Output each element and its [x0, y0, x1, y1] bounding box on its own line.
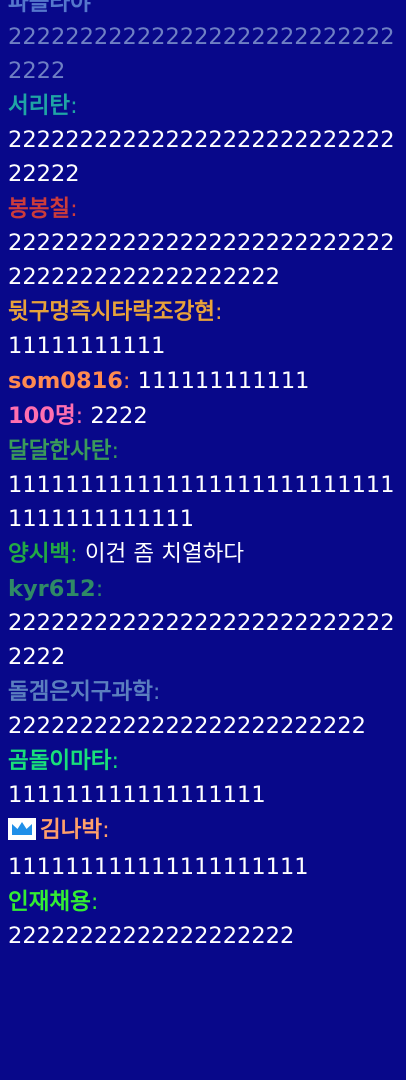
chat-message: 양시백: 이건 좀 치열하다: [8, 537, 398, 571]
chat-message: 봉봉칠: 22222222222222222222222222222222222…: [8, 192, 398, 294]
chat-username[interactable]: 봉봉칠: [8, 196, 70, 222]
chat-username[interactable]: 파블라야: [8, 0, 91, 16]
chat-text: 2222: [90, 403, 148, 429]
chat-username[interactable]: 인재채용: [8, 889, 91, 915]
chat-message: 김나박: 111111111111111111111: [8, 813, 398, 884]
chat-message: 돌겜은지구과학: 2222222222222222222222222: [8, 675, 398, 743]
chat-text: 1111111111111111111111111111111111111111: [8, 472, 395, 532]
chat-message: kyr612: 2222222222222222222222222222222: [8, 572, 398, 674]
chat-colon: :: [102, 817, 110, 843]
chat-text: 2222222222222222222222222222222: [8, 610, 395, 670]
chat-colon: :: [152, 679, 161, 705]
chat-text: 111111111111: [137, 368, 310, 394]
chat-message: 달달한사탄: 111111111111111111111111111111111…: [8, 434, 398, 536]
chat-username[interactable]: 100명: [8, 403, 76, 429]
chat-username[interactable]: kyr612: [8, 576, 96, 602]
chat-username[interactable]: 달달한사탄: [8, 438, 112, 464]
chat-colon: :: [215, 299, 223, 325]
chat-text: 이건 좀 치열하다: [84, 541, 245, 567]
chat-colon: :: [122, 368, 131, 394]
chat-colon: :: [75, 403, 84, 429]
chat-text: 111111111111111111: [8, 782, 266, 808]
chat-message: 인재채용: 22222222222222222222: [8, 885, 398, 953]
chat-text: 11111111111: [8, 333, 166, 359]
chat-colon: :: [70, 93, 78, 119]
chat-username[interactable]: 양시백: [8, 541, 70, 567]
chat-username[interactable]: som0816: [8, 368, 123, 394]
chat-message: 서리탄: 22222222222222222222222222222222: [8, 89, 398, 191]
chat-username[interactable]: 돌겜은지구과학: [8, 679, 153, 705]
chat-text: 2222222222222222222222222222222222222222…: [8, 230, 395, 290]
chat-username[interactable]: 김나박: [40, 817, 102, 843]
chat-message: 뒷구멍즉시타락조강현: 11111111111: [8, 295, 398, 363]
chat-colon: :: [90, 889, 99, 915]
chat-message: 파블라야 2222222222222222222222222222222: [8, 0, 398, 88]
chat-username[interactable]: 곰돌이마타: [8, 748, 112, 774]
chat-colon: :: [111, 748, 120, 774]
chat-colon: :: [111, 438, 120, 464]
chat-text: 22222222222222222222: [8, 923, 295, 949]
chat-message: som0816: 111111111111: [8, 364, 398, 398]
chat-colon: :: [70, 196, 78, 222]
chat-username[interactable]: 뒷구멍즉시타락조강현: [8, 299, 215, 325]
chat-message: 곰돌이마타: 111111111111111111: [8, 744, 398, 812]
chat-colon: :: [95, 576, 104, 602]
chat-text: 22222222222222222222222222222222: [8, 127, 395, 187]
chat-message: 100명: 2222: [8, 399, 398, 433]
chat-username[interactable]: 서리탄: [8, 93, 70, 119]
chat-text: 2222222222222222222222222: [8, 713, 366, 739]
chat-colon: :: [70, 541, 78, 567]
crown-icon: [8, 816, 36, 850]
chat-text: 2222222222222222222222222222222: [8, 24, 395, 84]
chat-text: 111111111111111111111: [8, 854, 309, 880]
chat-log: 파블라야 2222222222222222222222222222222 서리탄…: [0, 0, 406, 954]
